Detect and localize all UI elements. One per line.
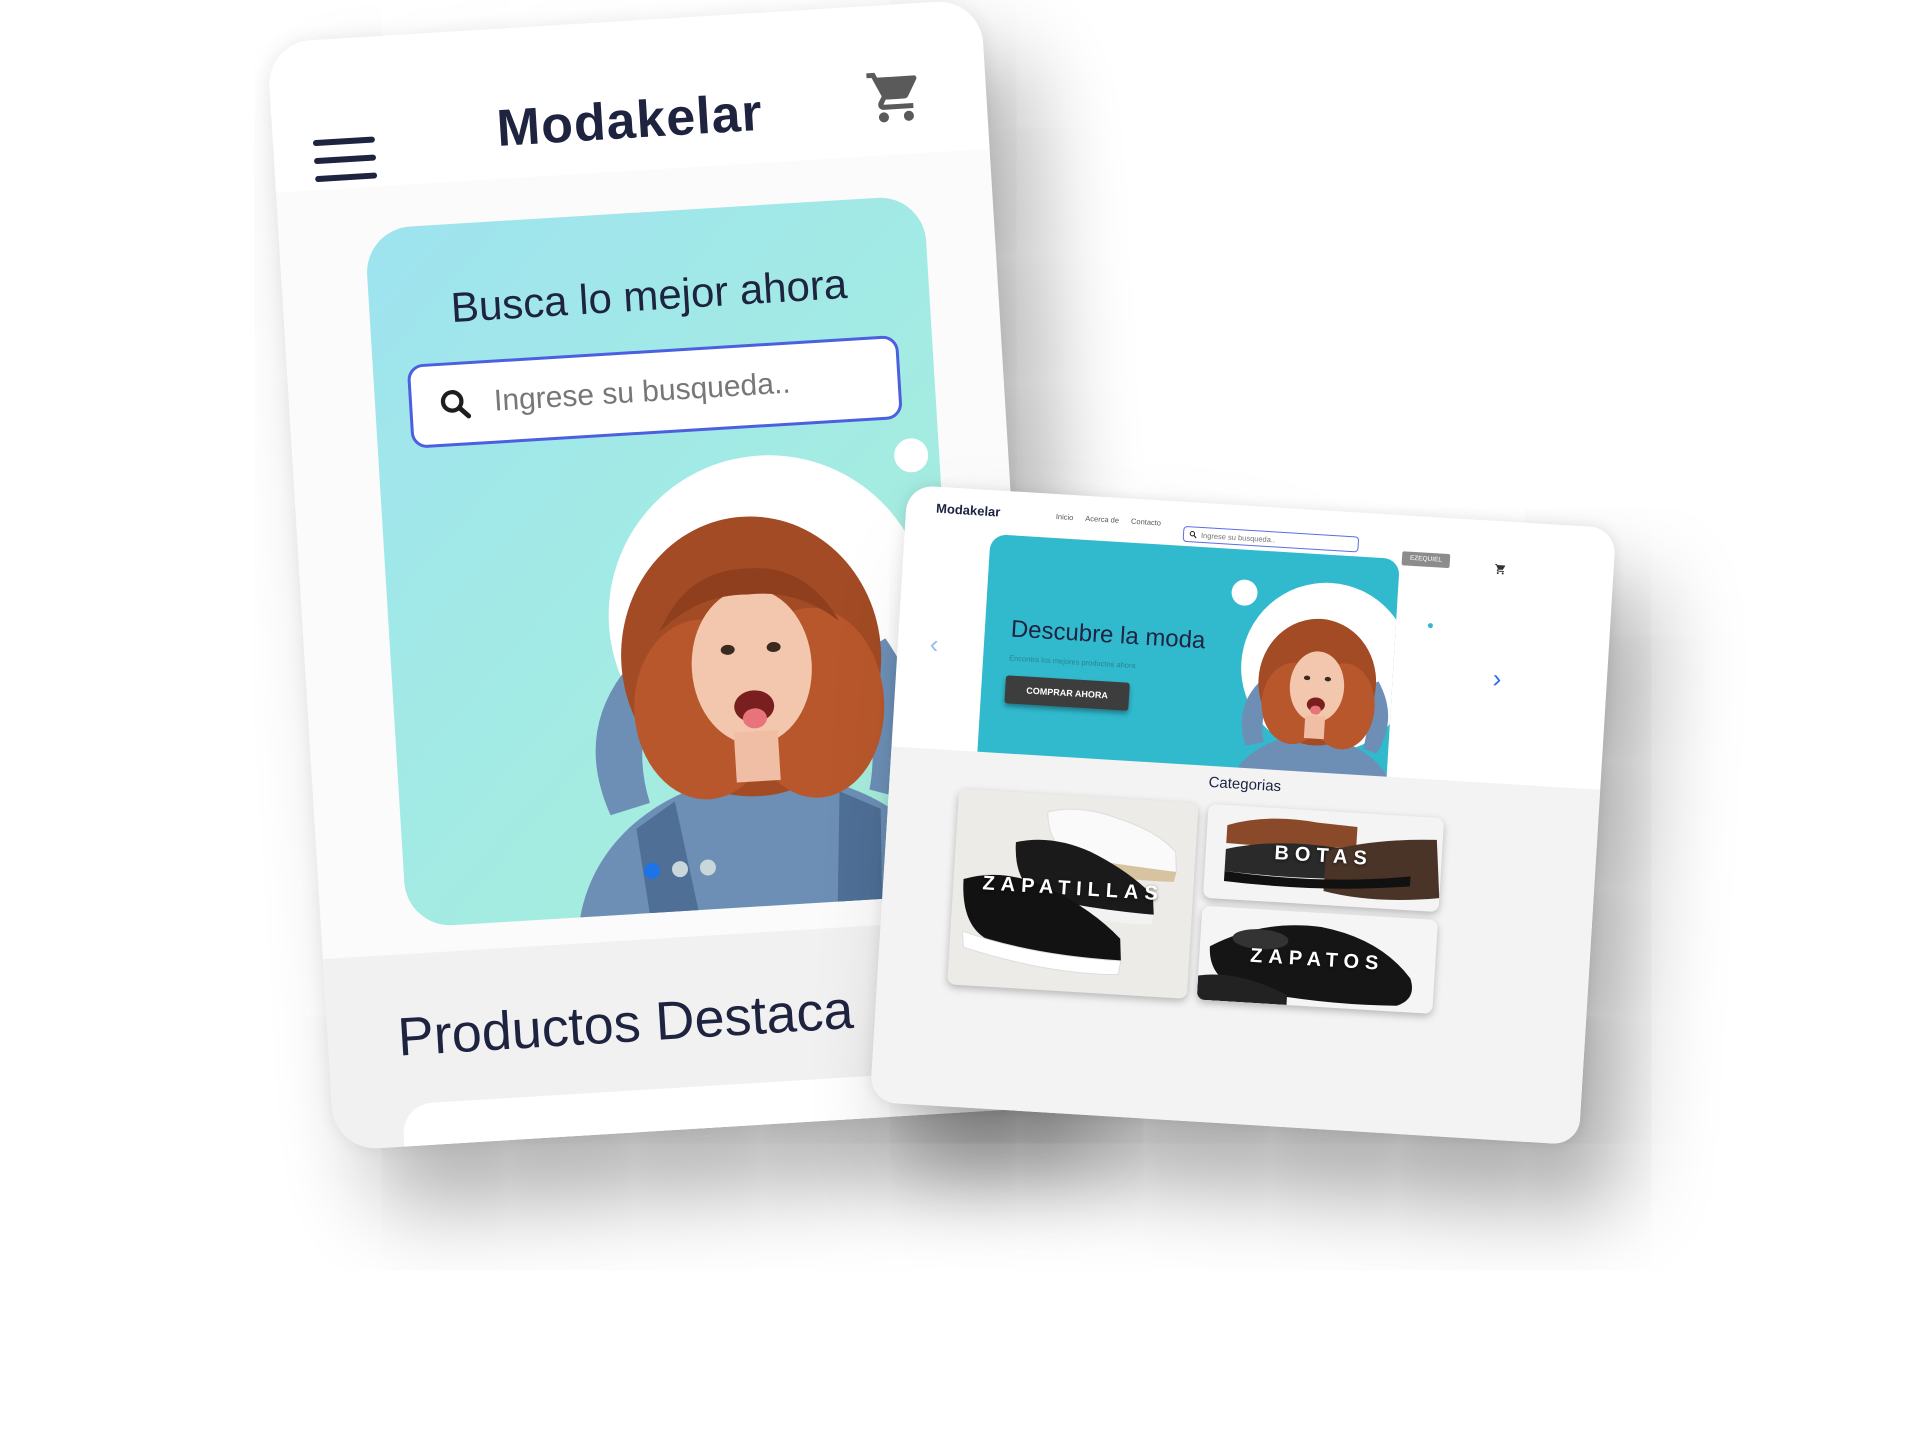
- carousel-dot[interactable]: [699, 858, 717, 876]
- hero-title: Busca lo mejor ahora: [449, 259, 849, 332]
- featured-title: Productos Destaca: [395, 979, 855, 1068]
- search-input[interactable]: [1200, 530, 1352, 549]
- user-menu[interactable]: EZEQUIEL: [1401, 551, 1451, 569]
- main-nav: Inicio Acerca de Contacto: [1056, 512, 1162, 527]
- search-icon: [1189, 531, 1197, 539]
- mobile-hero-banner: Busca lo mejor ahora: [364, 195, 967, 928]
- nav-link-contacto[interactable]: Contacto: [1131, 517, 1162, 528]
- decorative-circle-small: [1230, 578, 1259, 607]
- chevron-right-icon[interactable]: ›: [1492, 663, 1502, 694]
- cart-icon[interactable]: [1493, 563, 1508, 576]
- category-zapatos[interactable]: ZAPATOS: [1196, 905, 1438, 1014]
- cart-icon[interactable]: [858, 65, 932, 129]
- nav-link-acerca[interactable]: Acerca de: [1085, 514, 1119, 525]
- carousel-dot[interactable]: [643, 862, 661, 880]
- chevron-left-icon[interactable]: ‹: [929, 629, 939, 660]
- hero-subtitle: Encontra los mejores productos ahora: [1008, 653, 1136, 671]
- search-input[interactable]: [491, 360, 877, 420]
- hero-title: Descubre la moda: [1010, 615, 1207, 655]
- brand-logo[interactable]: Modakelar: [936, 501, 1001, 520]
- nav-link-inicio[interactable]: Inicio: [1056, 512, 1074, 522]
- category-botas[interactable]: BOTAS: [1202, 803, 1445, 913]
- buy-now-button[interactable]: COMPRAR AHORA: [1004, 675, 1130, 711]
- search-bar[interactable]: [406, 334, 903, 449]
- desktop-mockup: Modakelar Inicio Acerca de Contacto EZEQ…: [869, 484, 1617, 1146]
- category-zapatillas[interactable]: ZAPATILLAS: [947, 788, 1199, 999]
- mobile-header: Modakelar: [266, 0, 990, 193]
- search-icon: [440, 390, 472, 419]
- carousel-dot[interactable]: [671, 860, 689, 878]
- decorative-circle-small: [893, 437, 930, 474]
- decorative-dot: [1427, 622, 1434, 629]
